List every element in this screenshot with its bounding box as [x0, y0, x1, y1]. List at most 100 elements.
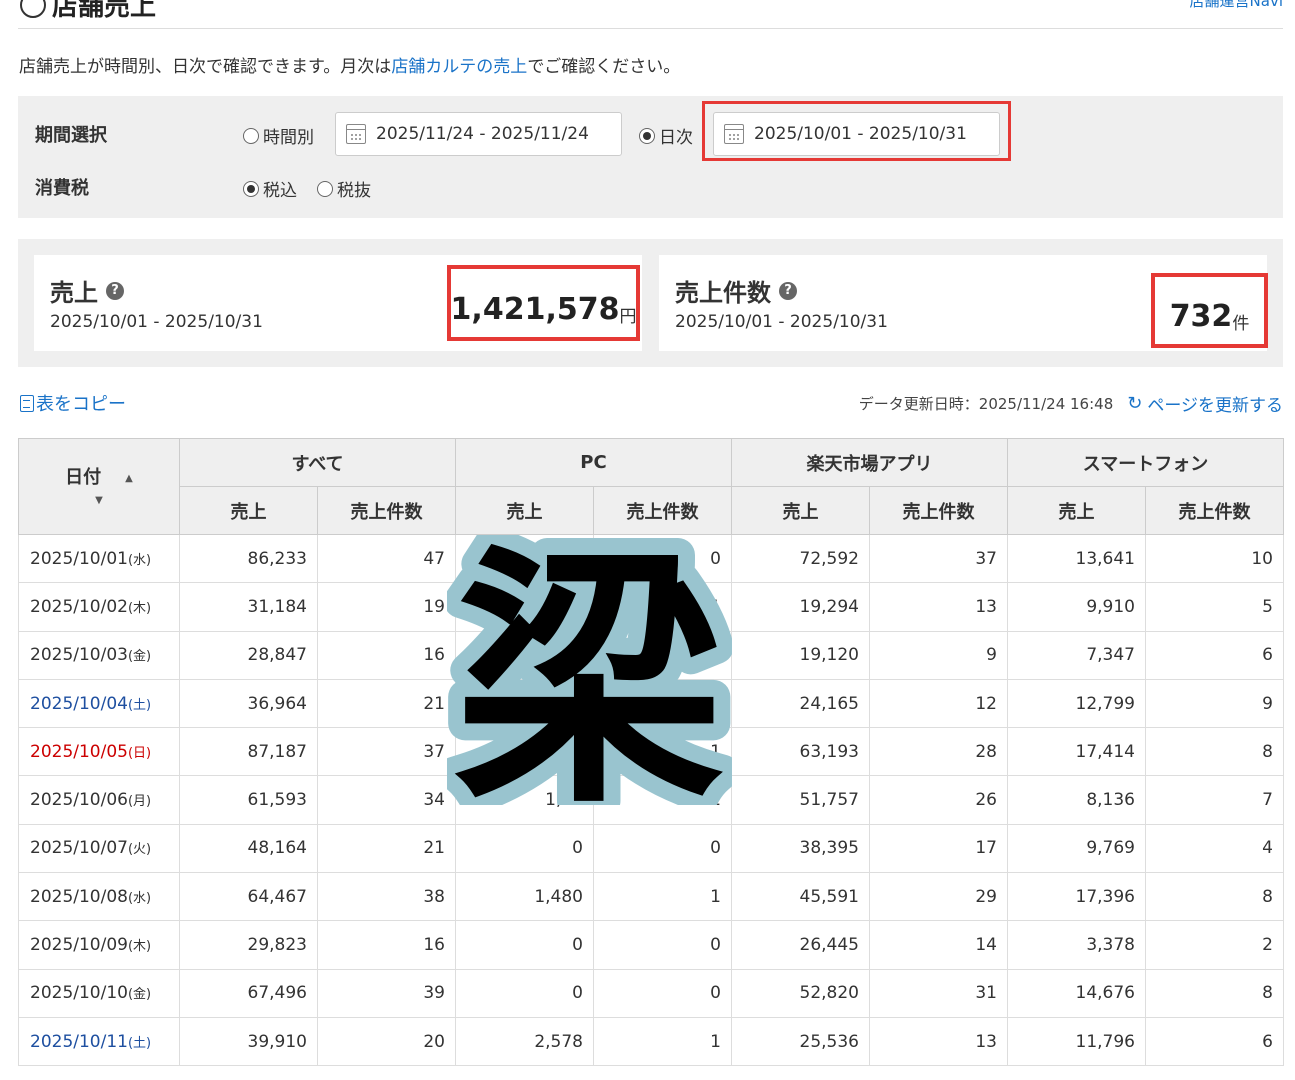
count-cell: 6	[1145, 630, 1284, 680]
intro-before: 店舗売上が時間別、日次で確認できます。月次は	[19, 57, 392, 77]
radio-hourly-label: 時間別	[263, 128, 314, 148]
refresh-page-link[interactable]: ↻ ページを更新する	[1127, 391, 1283, 416]
day-of-week: (水)	[127, 890, 152, 906]
hourly-date-range-input[interactable]: 2025/11/24 - 2025/11/24	[335, 112, 622, 156]
sub-header-sales: 売上	[731, 486, 870, 535]
radio-hourly-circle[interactable]	[243, 127, 259, 144]
count-cell: 20	[317, 1016, 456, 1067]
store-icon	[20, 0, 46, 18]
radio-tax-excluded[interactable]: 税抜	[317, 176, 371, 201]
table-row: 2025/10/08(水) 64,467 38 1,480 1 45,591 29 17,39…	[18, 872, 1284, 922]
date-value: 2025/10/05	[30, 741, 128, 762]
count-cell: 26	[869, 775, 1008, 825]
update-info: データ更新日時：2025/11/24 16:48 ↻ ページを更新する	[859, 391, 1283, 416]
help-icon[interactable]: ?	[106, 281, 124, 300]
sales-cell: 7,347	[1007, 630, 1146, 680]
watermark-text: 梁	[454, 535, 724, 805]
sales-cell: 1,480	[455, 872, 594, 922]
sales-count-unit: 件	[1232, 314, 1250, 334]
radio-hourly[interactable]: 時間別	[243, 123, 314, 148]
table-row: 2025/10/09(木) 29,823 16 0 0 26,445 14 3,378 2	[18, 920, 1284, 970]
sales-cell: 9,769	[1007, 823, 1146, 874]
count-cell: 17	[869, 823, 1008, 874]
date-cell: 2025/10/11(土)	[18, 1016, 180, 1067]
sub-header-sales: 売上	[1007, 486, 1146, 535]
radio-daily-circle[interactable]	[639, 127, 655, 144]
table-row: 2025/10/07(火) 48,164 21 0 0 38,395 17 9,769 4	[18, 823, 1284, 874]
sales-cell: 87,187	[179, 727, 318, 777]
refresh-page-label: ページを更新する	[1147, 396, 1283, 416]
date-header[interactable]: 日付 ▲ ▼	[18, 438, 180, 535]
copy-table-link[interactable]: 表をコピー	[20, 390, 126, 416]
sub-header-count: 売上件数	[1145, 486, 1284, 535]
date-cell: 2025/10/01(水)	[18, 533, 180, 584]
sub-header-count: 売上件数	[593, 486, 732, 535]
day-of-week: (木)	[127, 600, 152, 616]
count-cell: 21	[317, 678, 456, 729]
sales-cell: 86,233	[179, 533, 318, 584]
store-navi-link[interactable]: 店舗運営Navi	[1190, 0, 1283, 11]
date-cell: 2025/10/10(金)	[18, 968, 180, 1018]
filter-panel: 期間選択 時間別 2025/11/24 - 2025/11/24 日次 2025…	[18, 96, 1283, 218]
day-of-week: (火)	[127, 842, 152, 858]
count-cell: 10	[1145, 533, 1284, 584]
sales-cell: 25,536	[731, 1016, 870, 1067]
sales-cell: 11,796	[1007, 1016, 1146, 1067]
radio-daily-label: 日次	[659, 128, 693, 148]
sales-cell: 29,823	[179, 920, 318, 970]
count-cell: 13	[869, 1016, 1008, 1067]
radio-tax-included-circle[interactable]	[243, 180, 259, 197]
date-cell: 2025/10/08(水)	[18, 872, 180, 922]
sales-cell: 63,193	[731, 727, 870, 777]
intro-after: でご確認ください。	[527, 57, 681, 77]
period-label: 期間選択	[35, 125, 107, 146]
sales-cell: 72,592	[731, 533, 870, 584]
date-cell: 2025/10/03(金)	[18, 630, 180, 680]
help-icon[interactable]: ?	[779, 281, 797, 300]
sales-cell: 45,591	[731, 872, 870, 922]
sub-header-count: 売上件数	[869, 486, 1008, 535]
count-cell: 14	[869, 920, 1008, 970]
sales-cell: 0	[455, 920, 594, 970]
date-cell: 2025/10/02(木)	[18, 582, 180, 632]
watermark-glyph: 梁 梁	[447, 535, 732, 805]
count-cell: 0	[593, 920, 732, 970]
date-value: 2025/10/07	[30, 838, 128, 859]
sales-cell: 17,414	[1007, 727, 1146, 777]
day-of-week: (金)	[127, 649, 152, 665]
radio-tax-included[interactable]: 税込	[243, 176, 297, 201]
day-of-week: (金)	[127, 987, 152, 1003]
day-of-week: (水)	[127, 552, 152, 568]
count-cell: 16	[317, 920, 456, 970]
summary-panel: 売上 ? 2025/10/01 - 2025/10/31 1,421,578 円 …	[18, 239, 1283, 367]
sales-unit: 円	[619, 307, 637, 327]
sales-cell: 13,641	[1007, 533, 1146, 584]
count-cell: 2	[1145, 920, 1284, 970]
date-value: 2025/10/08	[30, 886, 128, 907]
count-cell: 13	[869, 582, 1008, 632]
sales-value: 1,421,578	[450, 292, 620, 327]
date-value: 2025/10/10	[30, 983, 128, 1004]
count-cell: 21	[317, 823, 456, 874]
sales-cell: 39,910	[179, 1016, 318, 1067]
sub-header-count: 売上件数	[317, 486, 456, 535]
sales-cell: 61,593	[179, 775, 318, 825]
day-of-week: (木)	[127, 939, 152, 955]
store-karte-sales-link[interactable]: 店舗カルテの売上	[391, 57, 527, 77]
count-cell: 8	[1145, 968, 1284, 1018]
date-header-label: 日付	[65, 467, 102, 488]
date-value: 2025/10/02	[30, 596, 128, 617]
count-cell: 6	[1145, 1016, 1284, 1067]
count-cell: 39	[317, 968, 456, 1018]
daily-range-highlight	[702, 101, 1011, 161]
radio-tax-excluded-circle[interactable]	[317, 180, 333, 197]
radio-daily[interactable]: 日次	[639, 123, 693, 148]
sales-cell: 17,396	[1007, 872, 1146, 922]
sales-cell: 14,676	[1007, 968, 1146, 1018]
sales-cell: 26,445	[731, 920, 870, 970]
sales-cell: 9,910	[1007, 582, 1146, 632]
date-value: 2025/10/06	[30, 790, 128, 811]
tax-label: 消費税	[35, 178, 89, 199]
table-row: 2025/10/10(金) 67,496 39 0 0 52,820 31 14,676 8	[18, 968, 1284, 1018]
date-cell: 2025/10/09(木)	[18, 920, 180, 970]
